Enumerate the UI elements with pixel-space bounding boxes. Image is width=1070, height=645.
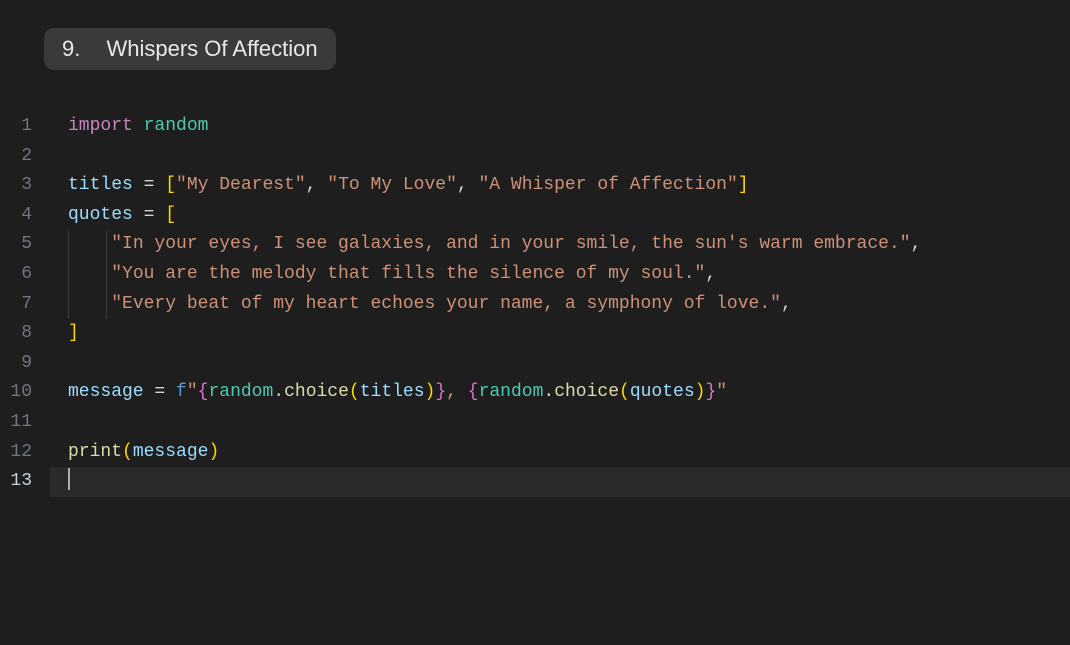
line-number: 6 — [0, 260, 50, 290]
cursor-icon — [68, 468, 70, 490]
func-choice: choice — [554, 382, 619, 402]
line-number: 3 — [0, 171, 50, 201]
code-line: 3 titles = ["My Dearest", "To My Love", … — [0, 171, 1070, 201]
brace-close: } — [435, 382, 446, 402]
var-quotes: quotes — [68, 205, 133, 225]
line-number: 4 — [0, 201, 50, 231]
func-print: print — [68, 442, 122, 462]
section-header: 9. Whispers Of Affection — [44, 28, 336, 70]
bracket-open: [ — [165, 205, 176, 225]
line-number: 7 — [0, 290, 50, 320]
brace-close: } — [705, 382, 716, 402]
string-literal: "A Whisper of Affection" — [479, 175, 738, 195]
bracket-close: ] — [738, 175, 749, 195]
section-number: 9. — [62, 36, 80, 62]
arg-message: message — [133, 442, 209, 462]
string-literal: "You are the melody that fills the silen… — [111, 264, 705, 284]
module-random: random — [479, 382, 544, 402]
brace-open: { — [468, 382, 479, 402]
code-line: 8 ] — [0, 319, 1070, 349]
code-line: 2 — [0, 142, 1070, 172]
code-line: 9 — [0, 349, 1070, 379]
code-line: 12 print(message) — [0, 438, 1070, 468]
line-number: 1 — [0, 112, 50, 142]
module-random: random — [144, 116, 209, 136]
line-number: 5 — [0, 230, 50, 260]
arg-titles: titles — [360, 382, 425, 402]
line-number: 9 — [0, 349, 50, 379]
arg-quotes: quotes — [630, 382, 695, 402]
brace-open: { — [198, 382, 209, 402]
code-line: 6 "You are the melody that fills the sil… — [0, 260, 1070, 290]
code-line: 4 quotes = [ — [0, 201, 1070, 231]
code-editor[interactable]: 1 import random 2 3 titles = ["My Deares… — [0, 112, 1070, 497]
line-number: 11 — [0, 408, 50, 438]
bracket-open: [ — [165, 175, 176, 195]
line-number: 2 — [0, 142, 50, 172]
string-literal: "Every beat of my heart echoes your name… — [111, 294, 781, 314]
func-choice: choice — [284, 382, 349, 402]
code-line: 11 — [0, 408, 1070, 438]
line-number: 13 — [0, 467, 50, 497]
code-line: 7 "Every beat of my heart echoes your na… — [0, 290, 1070, 320]
line-number: 10 — [0, 378, 50, 408]
keyword-import: import — [68, 116, 133, 136]
string-literal: "My Dearest" — [176, 175, 306, 195]
section-title: Whispers Of Affection — [106, 36, 317, 62]
code-line: 1 import random — [0, 112, 1070, 142]
code-line-active: 13 — [0, 467, 1070, 497]
f-string-prefix: f — [176, 382, 187, 402]
var-titles: titles — [68, 175, 133, 195]
string-literal: "In your eyes, I see galaxies, and in yo… — [111, 234, 910, 254]
module-random: random — [208, 382, 273, 402]
line-number: 8 — [0, 319, 50, 349]
string-literal: "To My Love" — [327, 175, 457, 195]
var-message: message — [68, 382, 144, 402]
code-line: 5 "In your eyes, I see galaxies, and in … — [0, 230, 1070, 260]
bracket-close: ] — [68, 323, 79, 343]
line-number: 12 — [0, 438, 50, 468]
code-line: 10 message = f"{random.choice(titles)}, … — [0, 378, 1070, 408]
